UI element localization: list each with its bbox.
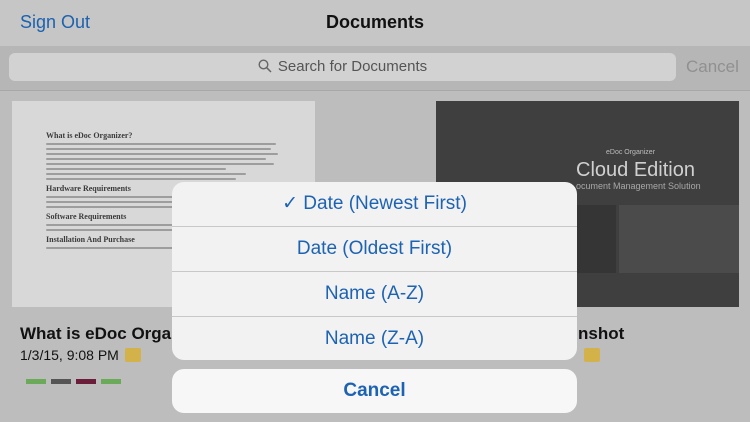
thumbnail-heading: What is eDoc Organizer?: [46, 131, 133, 140]
document-date-row: [578, 347, 600, 363]
text-line: [46, 158, 266, 160]
text-line: [46, 178, 236, 180]
search-cancel-button[interactable]: Cancel: [686, 57, 739, 77]
text-line: [46, 148, 271, 150]
tag-color: [26, 379, 46, 384]
text-line: [46, 173, 246, 175]
sort-option-date-oldest[interactable]: Date (Oldest First): [172, 227, 577, 272]
search-placeholder-row: Search for Documents: [9, 58, 676, 75]
sort-option-name-az[interactable]: Name (A-Z): [172, 272, 577, 317]
thumbnail-panel: [619, 205, 739, 273]
document-date: 1/3/15, 9:08 PM: [20, 347, 119, 363]
search-icon: [258, 59, 272, 73]
navigation-bar: Sign Out Documents: [0, 0, 750, 46]
search-placeholder: Search for Documents: [277, 58, 428, 75]
tag-color: [51, 379, 71, 384]
sort-action-sheet: ✓ Date (Newest First) Date (Oldest First…: [172, 182, 577, 360]
search-input[interactable]: Search for Documents: [9, 53, 676, 81]
tag-color-strip: [26, 371, 126, 389]
text-line: [46, 163, 274, 165]
page-title: Documents: [325, 12, 424, 32]
document-title[interactable]: nshot: [578, 324, 624, 344]
action-sheet-cancel-button[interactable]: Cancel: [172, 369, 577, 413]
thumbnail-form: [576, 205, 616, 273]
document-date-row: 1/3/15, 9:08 PM: [20, 347, 141, 363]
sort-option-date-newest[interactable]: ✓ Date (Newest First): [172, 182, 577, 227]
text-line: [46, 153, 278, 155]
note-icon: [124, 348, 141, 362]
note-icon: [584, 348, 600, 362]
thumbnail-title: Cloud Edition: [576, 159, 695, 181]
text-line: [46, 143, 276, 145]
thumbnail-subtitle: ocument Management Solution: [576, 181, 701, 191]
tag-color: [101, 379, 121, 384]
text-line: [46, 168, 226, 170]
document-title[interactable]: What is eDoc Orga: [20, 324, 171, 344]
tag-color: [76, 379, 96, 384]
thumbnail-brand: eDoc Organizer: [606, 149, 656, 156]
sort-option-name-za[interactable]: Name (Z-A): [172, 317, 577, 360]
search-bar: Search for Documents Cancel: [0, 46, 750, 91]
